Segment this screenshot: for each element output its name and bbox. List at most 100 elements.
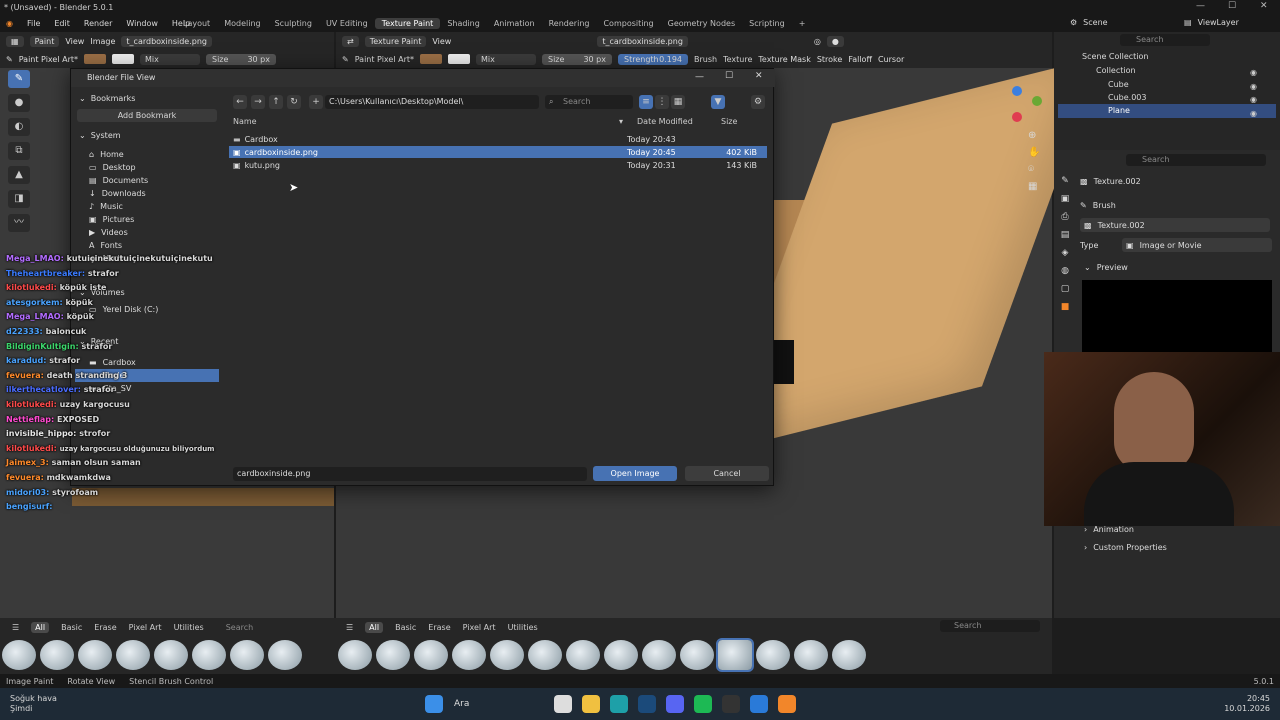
outliner-scene-collection[interactable]: Scene Collection <box>1082 52 1149 61</box>
menu-texture-mask[interactable]: Texture Mask <box>758 55 810 64</box>
right-shelf-search[interactable]: Search <box>940 620 1040 632</box>
fill-tool-icon[interactable]: ▲ <box>8 166 30 184</box>
steam-icon[interactable] <box>638 695 657 713</box>
viewport-view-menu[interactable]: View <box>432 37 451 46</box>
strength-slider[interactable]: Strength 0.194 <box>618 53 688 65</box>
draw-tool-icon[interactable]: ✎ <box>8 70 30 88</box>
shelf-menu-icon-2[interactable]: ☰ <box>346 623 353 632</box>
sidebar-item-fonts[interactable]: A Fonts <box>75 239 219 252</box>
brush-thumbnail[interactable] <box>794 640 828 670</box>
gizmo-z-icon[interactable] <box>1012 86 1022 96</box>
spotify-icon[interactable] <box>694 695 713 713</box>
editor-type-icon[interactable]: ▦ <box>6 35 24 47</box>
blender-taskbar-icon[interactable] <box>778 695 797 713</box>
tool-tab-icon[interactable]: ✎ <box>1061 176 1069 186</box>
brush-thumbnail[interactable] <box>40 640 74 670</box>
taskview-icon[interactable] <box>554 695 573 713</box>
brush-thumbnail[interactable] <box>642 640 676 670</box>
scene-tab-icon[interactable]: ◈ <box>1062 248 1069 258</box>
tab-sculpting[interactable]: Sculpting <box>268 18 319 29</box>
filter-basic-left[interactable]: Basic <box>61 623 82 632</box>
sidebar-item-home[interactable]: ⌂ Home <box>75 148 219 161</box>
discord-icon[interactable] <box>666 695 685 713</box>
sidebar-item-desktop[interactable]: ▭ Desktop <box>75 161 219 174</box>
texture-datablock-field[interactable]: ▩ Texture.002 <box>1080 218 1270 232</box>
edge-icon[interactable] <box>610 695 629 713</box>
tab-geometry-nodes[interactable]: Geometry Nodes <box>661 18 742 29</box>
file-row[interactable]: ▬ Cardbox Today 20:43 <box>229 133 767 145</box>
image-name-field[interactable]: t_cardboxinside.png <box>121 35 212 47</box>
brush-thumbnail[interactable] <box>338 640 372 670</box>
file-search-input[interactable]: Search <box>545 95 633 109</box>
brush-thumbnail[interactable] <box>2 640 36 670</box>
brush-thumbnail[interactable] <box>154 640 188 670</box>
viewlayer-selector[interactable]: ▤ ViewLayer <box>1184 18 1239 27</box>
tab-shading[interactable]: Shading <box>440 18 487 29</box>
brush-thumbnail[interactable] <box>452 640 486 670</box>
system-header[interactable]: ⌄ System <box>75 128 219 142</box>
weather-widget[interactable]: Soğuk hava Şimdi <box>0 694 150 714</box>
gizmo-y-icon[interactable] <box>1032 96 1042 106</box>
tab-animation[interactable]: Animation <box>487 18 542 29</box>
minimize-button[interactable]: — <box>1196 1 1205 11</box>
collection-tab-icon[interactable]: ▢ <box>1061 284 1070 294</box>
brush-thumbnail[interactable] <box>376 640 410 670</box>
brush-thumbnail[interactable] <box>192 640 226 670</box>
blender-logo-icon[interactable]: ◉ <box>4 18 15 30</box>
filter-basic-right[interactable]: Basic <box>395 623 416 632</box>
active-brush-thumbnail[interactable] <box>716 638 754 672</box>
grid-icon[interactable]: ▦ <box>1028 181 1040 192</box>
scene-name[interactable]: Scene <box>1083 18 1107 27</box>
cancel-button[interactable]: Cancel <box>685 466 769 481</box>
color-swatch-secondary[interactable] <box>112 54 134 64</box>
tab-uv-editing[interactable]: UV Editing <box>319 18 375 29</box>
thumbnail-view-icon[interactable]: ▦ <box>671 95 685 109</box>
preview-section[interactable]: ⌄ Preview <box>1084 260 1128 274</box>
file-explorer-icon[interactable] <box>582 695 601 713</box>
column-date[interactable]: Date Modified <box>637 117 693 126</box>
brush-thumbnail[interactable] <box>414 640 448 670</box>
file-row-selected[interactable]: ▣ cardboxinside.png Today 20:45 402 KiB <box>229 146 767 158</box>
paint-mode-dropdown[interactable]: Paint <box>29 35 60 47</box>
camera-icon[interactable]: ⌾ <box>1028 164 1040 175</box>
sidebar-item-videos[interactable]: ▶ Videos <box>75 226 219 239</box>
brush-thumbnail[interactable] <box>116 640 150 670</box>
soften-tool-icon[interactable]: ● <box>8 94 30 112</box>
sidebar-item-pictures[interactable]: ▣ Pictures <box>75 213 219 226</box>
render-tab-icon[interactable]: ▣ <box>1061 194 1070 204</box>
unreal-icon[interactable] <box>722 695 741 713</box>
viewport-color-secondary[interactable] <box>448 54 470 64</box>
horizontal-list-icon[interactable]: ⋮ <box>655 95 669 109</box>
image-menu[interactable]: Image <box>90 37 115 46</box>
close-window-button[interactable]: ✕ <box>1260 1 1268 11</box>
output-tab-icon[interactable]: ⎙ <box>1061 212 1068 222</box>
outliner-search[interactable]: Search <box>1120 34 1210 46</box>
texture-paint-mode-dropdown[interactable]: Texture Paint <box>364 35 427 47</box>
filename-field[interactable]: cardboxinside.png <box>233 467 587 481</box>
mask-tool-icon[interactable]: ◨ <box>8 190 30 208</box>
size-slider[interactable]: Size 30 px <box>206 53 276 65</box>
sidebar-item-music[interactable]: ♪ Music <box>75 200 219 213</box>
bookmarks-header[interactable]: ⌄ Bookmarks <box>75 91 219 105</box>
open-image-button[interactable]: Open Image <box>593 466 677 481</box>
custom-props-section[interactable]: › Custom Properties <box>1084 540 1167 554</box>
tab-layout[interactable]: Layout <box>176 18 217 29</box>
brush-thumbnail[interactable] <box>832 640 866 670</box>
viewport-blend-dropdown[interactable]: Mix <box>476 53 536 65</box>
view-layer-tab-icon[interactable]: ▤ <box>1061 230 1070 240</box>
brush-thumbnail[interactable] <box>490 640 524 670</box>
menu-window[interactable]: Window <box>124 18 160 30</box>
add-bookmark-button[interactable]: Add Bookmark <box>77 109 217 122</box>
brush-thumbnail[interactable] <box>680 640 714 670</box>
visibility-eye-icon[interactable]: ◉ ◉ ◉ ◉ <box>1250 66 1257 120</box>
menu-stroke[interactable]: Stroke <box>817 55 843 64</box>
sidebar-item-downloads[interactable]: ↓ Downloads <box>75 187 219 200</box>
brush-thumbnail[interactable] <box>268 640 302 670</box>
zoom-icon[interactable]: ⊕ <box>1028 130 1040 141</box>
dialog-maximize-icon[interactable]: ☐ <box>725 71 733 81</box>
tab-scripting[interactable]: Scripting <box>742 18 792 29</box>
sidebar-item-documents[interactable]: ▤ Documents <box>75 174 219 187</box>
windows-start-icon[interactable] <box>425 695 443 713</box>
menu-brush[interactable]: Brush <box>694 55 717 64</box>
clone-tool-icon[interactable]: ⧉ <box>8 142 30 160</box>
